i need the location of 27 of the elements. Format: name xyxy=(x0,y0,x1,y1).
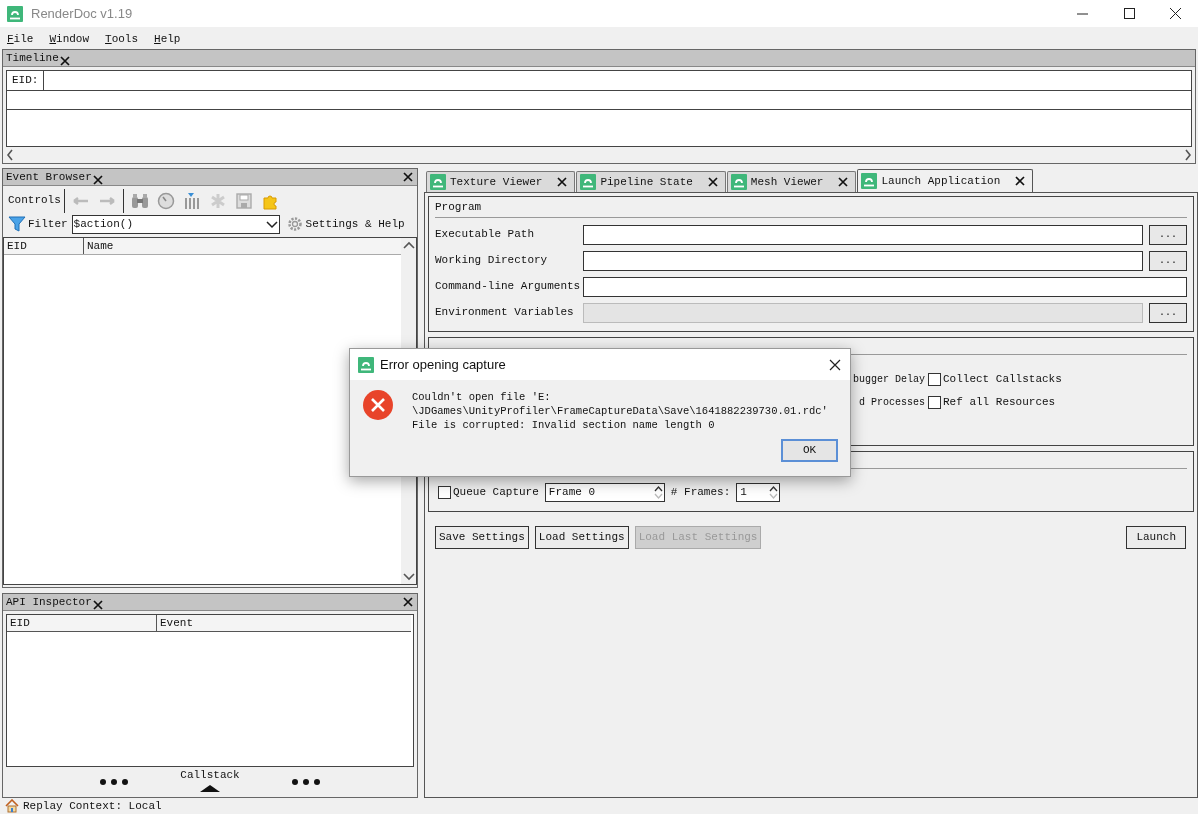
tab-label: Launch Application xyxy=(881,173,1001,189)
field-label: Executable Path xyxy=(435,227,536,243)
window-title: RenderDoc v1.19 xyxy=(31,4,133,23)
field-label: Command-line Arguments xyxy=(435,279,582,295)
field-label: Environment Variables xyxy=(435,305,575,321)
option-label: Collect Callstacks xyxy=(943,372,1062,388)
tab-label: Mesh Viewer xyxy=(750,174,824,190)
field-label: Working Directory xyxy=(435,253,549,269)
option-label: d Processes xyxy=(859,396,925,410)
message-text: \JDGames\UnityProfiler\FrameCaptureData\Save\1641882239730.01.rdc' xyxy=(412,404,828,418)
option-label: bugger Delay xyxy=(853,373,925,387)
tab-label: Texture Viewer xyxy=(450,174,543,190)
group-title: Program xyxy=(435,201,482,213)
checkbox-label: Queue Capture xyxy=(453,485,539,501)
eid-label: EID: xyxy=(7,71,44,90)
option-label: Ref all Resources xyxy=(943,395,1056,411)
status-text: Replay Context: Local xyxy=(23,798,162,814)
message-text: File is corrupted: Invalid section name length 0 xyxy=(412,418,716,432)
dialog-title: Error opening capture xyxy=(380,355,506,374)
panel-title: API Inspector xyxy=(6,594,92,610)
controls-label: Controls xyxy=(8,188,65,213)
tab-label: Pipeline State xyxy=(600,174,693,190)
filter-label: Filter xyxy=(28,216,68,232)
panel-title: Event Browser xyxy=(6,169,92,185)
frames-label: # Frames: xyxy=(670,485,731,501)
panel-title: Timeline xyxy=(6,50,59,66)
message-text: Couldn't open file 'E: xyxy=(412,390,552,404)
